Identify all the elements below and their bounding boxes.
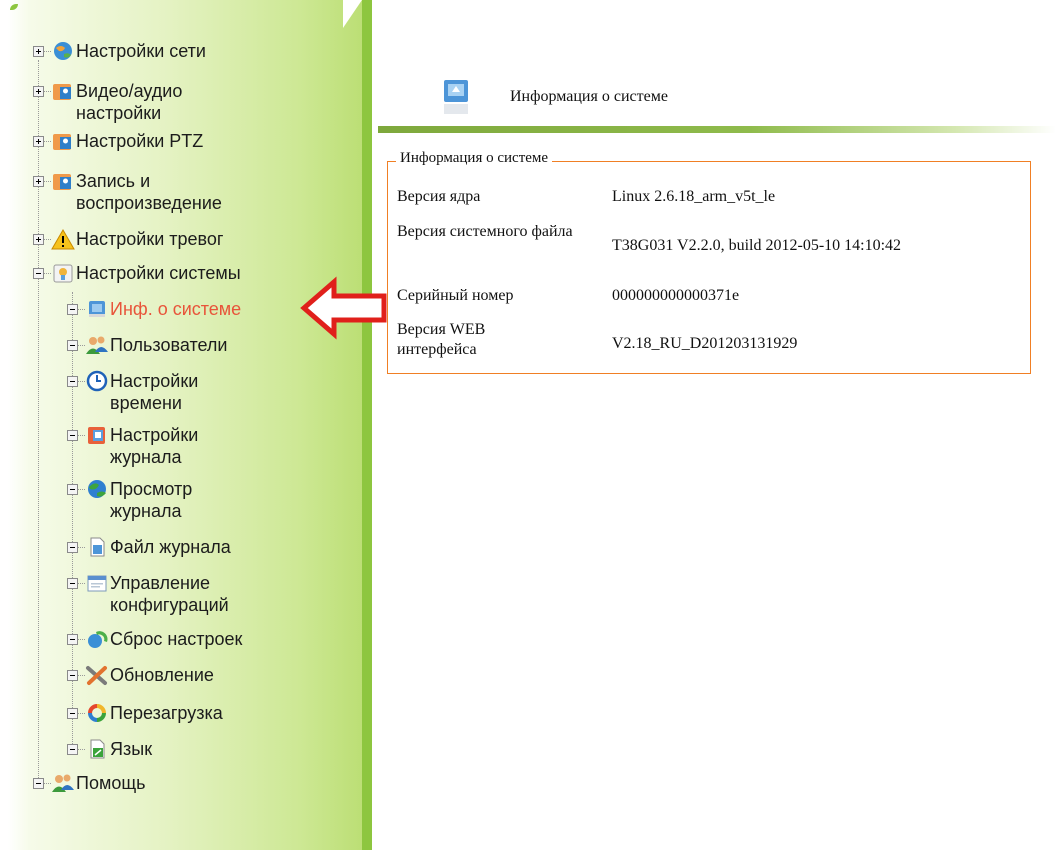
reboot-icon — [85, 702, 109, 724]
label-text: Запись и воспроизведение — [76, 171, 222, 213]
tree-item-update[interactable]: Обновление — [67, 664, 214, 686]
tree-item-reset[interactable]: Сброс настроек — [67, 628, 242, 650]
collapse-toggle[interactable] — [67, 340, 78, 351]
collapse-toggle[interactable] — [67, 304, 78, 315]
collapse-toggle[interactable] — [67, 708, 78, 719]
page-title: Информация о системе — [510, 88, 668, 105]
tree-item-label: Видео/аудио настройки — [76, 80, 216, 124]
tree-item-label: Настройки времени — [110, 370, 260, 414]
tree-item-log-settings[interactable]: Настройки журнала — [67, 424, 260, 468]
log-settings-icon — [85, 424, 109, 446]
tree-item-label: Сброс настроек — [110, 629, 243, 649]
tree-item-label: Управление конфигураций — [110, 572, 280, 616]
sidebar-notch — [343, 0, 362, 28]
tree-item-label: Файл журнала — [110, 537, 231, 557]
collapse-toggle[interactable] — [67, 430, 78, 441]
panel-legend: Информация о системе — [396, 150, 553, 167]
collapse-toggle[interactable] — [67, 744, 78, 755]
collapse-toggle[interactable] — [33, 268, 44, 279]
tree-item-label: Инф. о системе — [110, 299, 242, 319]
web-interface-version-label: Версия WEB интерфейса — [397, 321, 486, 358]
expand-toggle[interactable] — [33, 86, 44, 97]
tree-item-label: Запись и воспроизведение — [76, 170, 276, 214]
web-interface-version-value: V2.18_RU_D201203131929 — [612, 335, 798, 352]
video-audio-icon — [51, 80, 75, 102]
tree-item-label: Помощь — [76, 773, 146, 793]
collapse-toggle[interactable] — [67, 634, 78, 645]
expand-toggle[interactable] — [33, 234, 44, 245]
tree-item-label: Настройки системы — [76, 263, 241, 283]
language-icon — [85, 738, 109, 760]
help-users-icon — [51, 772, 75, 794]
expand-toggle[interactable] — [33, 46, 44, 57]
kernel-version-label: Версия ядра — [397, 188, 481, 205]
annotation-arrow — [300, 276, 388, 340]
serial-number-label: Серийный номер — [397, 287, 514, 304]
collapse-toggle[interactable] — [67, 670, 78, 681]
tree-item-label: Пользователи — [110, 335, 228, 355]
system-file-version-label: Версия системного файла — [397, 223, 573, 240]
expand-toggle[interactable] — [33, 176, 44, 187]
label-text: Настройки времени — [110, 371, 199, 413]
system-info-header-icon — [442, 78, 472, 118]
tree-item-label: Перезагрузка — [110, 703, 223, 723]
tree-item-record[interactable]: Запись и воспроизведение — [33, 170, 276, 214]
tree-item-system-info[interactable]: Инф. о системе — [67, 298, 241, 320]
system-info-icon — [85, 298, 109, 320]
sidebar-edge — [362, 0, 372, 850]
label-text: Настройки журнала — [110, 425, 199, 467]
serial-number-value: 000000000000371e — [612, 287, 740, 304]
system-file-version-value: T38G031 V2.2.0, build 2012-05-10 14:10:4… — [612, 237, 902, 254]
tree-item-label: Настройки сети — [76, 41, 206, 61]
collapse-toggle[interactable] — [67, 484, 78, 495]
tree-item-label: Обновление — [110, 665, 214, 685]
log-file-icon — [85, 536, 109, 558]
tree-item-label: Настройки PTZ — [76, 131, 204, 151]
reset-icon — [85, 628, 109, 650]
tree-item-language[interactable]: Язык — [67, 738, 152, 760]
alarm-warning-icon — [51, 228, 75, 250]
tree-item-label: Настройки тревог — [76, 229, 224, 249]
tree-item-log-view[interactable]: Просмотр журнала — [67, 478, 260, 522]
tree-item-help[interactable]: Помощь — [33, 772, 146, 794]
tree-item-alarms[interactable]: Настройки тревог — [33, 228, 223, 250]
tree-item-users[interactable]: Пользователи — [67, 334, 227, 356]
tree-item-time[interactable]: Настройки времени — [67, 370, 260, 414]
tree-item-label: Просмотр журнала — [110, 478, 260, 522]
ptz-icon — [51, 130, 75, 152]
tree-item-reboot[interactable]: Перезагрузка — [67, 702, 223, 724]
label-text: Видео/аудио настройки — [76, 81, 183, 123]
collapse-toggle[interactable] — [67, 376, 78, 387]
clock-icon — [85, 370, 109, 392]
label-text: Просмотр журнала — [110, 479, 193, 521]
kernel-version-value: Linux 2.6.18_arm_v5t_le — [612, 188, 776, 205]
record-icon — [51, 170, 75, 192]
tree-item-config[interactable]: Управление конфигураций — [67, 572, 280, 616]
tree-item-video-audio[interactable]: Видео/аудио настройки — [33, 80, 216, 124]
tree-item-ptz[interactable]: Настройки PTZ — [33, 130, 203, 152]
collapse-toggle[interactable] — [67, 542, 78, 553]
tree-item-label: Язык — [110, 739, 153, 759]
users-icon — [85, 334, 109, 356]
navigation-sidebar: Настройки сети Видео/аудио настройки Нас… — [0, 0, 380, 850]
label-text: Управление конфигураций — [110, 573, 229, 615]
update-tools-icon — [85, 664, 109, 686]
network-icon — [51, 40, 75, 62]
log-view-globe-icon — [85, 478, 109, 500]
tree-item-label: Настройки журнала — [110, 424, 260, 468]
config-window-icon — [85, 572, 109, 594]
header-divider — [378, 126, 1056, 133]
collapse-toggle[interactable] — [33, 778, 44, 789]
expand-toggle[interactable] — [33, 136, 44, 147]
tree-item-log-file[interactable]: Файл журнала — [67, 536, 231, 558]
tree-item-network[interactable]: Настройки сети — [33, 40, 206, 62]
tree-item-system[interactable]: Настройки системы — [33, 262, 241, 284]
collapse-toggle[interactable] — [67, 578, 78, 589]
system-settings-icon — [51, 262, 75, 284]
